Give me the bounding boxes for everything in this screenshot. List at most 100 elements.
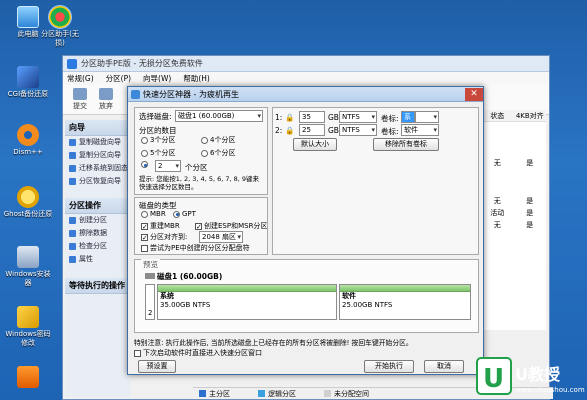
table-row[interactable]: 无是 bbox=[481, 196, 546, 207]
desktop-icon-ghost[interactable]: Ghost备份还原 bbox=[2, 186, 54, 219]
checkbox-rebuild-mbr[interactable]: ✓ 重建MBR bbox=[141, 221, 180, 231]
radio-6-partitions[interactable]: 6个分区 bbox=[201, 148, 235, 158]
menu-partition[interactable]: 分区(P) bbox=[106, 73, 131, 84]
hint-text: 提示: 您能按1, 2, 3, 4, 5, 6, 7, 8, 9键来快速选择分区… bbox=[139, 175, 260, 191]
radio-custom-partitions[interactable] bbox=[141, 161, 148, 168]
sidebar-item-properties[interactable]: 属性 bbox=[65, 253, 131, 266]
sidebar-ops-header: 分区操作 bbox=[65, 198, 131, 214]
dialog-titlebar: 快速分区神器 - 为疲机再生 ✕ bbox=[128, 87, 483, 102]
menu-bar: 常规(G) 分区(P) 向导(W) 帮助(H) bbox=[63, 72, 549, 85]
radio-4-partitions[interactable]: 4个分区 bbox=[201, 135, 235, 145]
sidebar-item-wipe[interactable]: 擦除数据 bbox=[65, 227, 131, 240]
partition-count-suffix: 个分区 bbox=[185, 163, 208, 172]
unallocated-swatch bbox=[324, 389, 331, 397]
disk-type-panel: 磁盘的类型 MBR GPT ✓ 重建MBR ✓ 创建ESP和MSR分区 ✓ 分区对齐到… bbox=[134, 197, 268, 255]
preview-panel: 预览 磁盘1 (60.00GB) 2 系统 35.00GB NTFS 软件 25… bbox=[134, 259, 479, 333]
remove-labels-button[interactable]: 移除所有卷标 bbox=[373, 138, 439, 151]
sidebar-item-create[interactable]: 创建分区 bbox=[65, 214, 131, 227]
discard-button[interactable]: 放弃 bbox=[99, 88, 113, 111]
legend-primary: 主分区 bbox=[199, 389, 230, 399]
partition-1-vol-combo[interactable] bbox=[415, 111, 439, 123]
sidebar-wizard-header: 向导 bbox=[65, 120, 131, 136]
partition-1-fs-combo[interactable]: NTFS bbox=[339, 111, 377, 123]
copy-disk-icon bbox=[69, 139, 76, 146]
partition-2-index: 2: bbox=[275, 126, 283, 135]
disk-icon bbox=[145, 273, 155, 279]
preview-partition-software[interactable]: 软件 25.00GB NTFS bbox=[339, 284, 471, 320]
submit-icon bbox=[73, 88, 87, 100]
partition-2-lock-icon: 🔒 bbox=[285, 126, 295, 135]
table-row[interactable]: 活动是 bbox=[481, 208, 546, 219]
sidebar-pending-header: 等待执行的操作 bbox=[65, 278, 131, 294]
partition-2-vol-combo[interactable]: 软件 bbox=[401, 124, 439, 136]
partition-1-unit: GB bbox=[328, 113, 339, 122]
app-icon bbox=[67, 58, 77, 69]
windows-installer-icon bbox=[17, 246, 39, 268]
window-title: 分区助手PE版 - 无损分区免费软件 bbox=[81, 59, 203, 68]
desktop-icon-partition-assistant[interactable]: 分区助手(无损) bbox=[38, 5, 82, 48]
check-icon bbox=[69, 243, 76, 250]
options-panel: 选择磁盘: 磁盘1 (60.00GB) 分区的数目 3个分区 4个分区 5个分区… bbox=[134, 107, 268, 195]
desktop-icon-tools[interactable] bbox=[2, 366, 54, 390]
partition-1-size-input[interactable]: 35 bbox=[299, 111, 325, 123]
partition-count-combo[interactable]: 2 bbox=[155, 160, 181, 172]
partition-1-vol-label: 卷标: bbox=[381, 114, 399, 123]
wipe-icon bbox=[69, 230, 76, 237]
partition-1-lock-icon: 🔒 bbox=[285, 113, 295, 122]
partition-2-fs-combo[interactable]: NTFS bbox=[339, 124, 377, 136]
partition-1-vol-input[interactable]: 系统 bbox=[401, 111, 415, 131]
copy-partition-icon bbox=[69, 152, 76, 159]
partition-2-unit: GB bbox=[328, 126, 339, 135]
sidebar-item-migrate-os[interactable]: 迁移系统到固态 bbox=[65, 162, 131, 175]
menu-wizard[interactable]: 向导(W) bbox=[143, 73, 171, 84]
radio-5-partitions[interactable]: 5个分区 bbox=[141, 148, 175, 158]
dialog-title: 快速分区神器 - 为疲机再生 bbox=[143, 89, 239, 99]
checkbox-open-next-time[interactable]: 下次启动软件时直接进入快速分区窗口 bbox=[134, 348, 262, 358]
legend-unallocated: 未分配空间 bbox=[324, 389, 369, 399]
preview-partition-system[interactable]: 系统 35.00GB NTFS bbox=[157, 284, 337, 320]
align-combo[interactable]: 2048 扇区 bbox=[199, 231, 243, 243]
default-size-button[interactable]: 默认大小 bbox=[293, 138, 337, 151]
checkbox-pe-letters[interactable]: 尝试为PE中创建的分区分配盘符 bbox=[141, 243, 250, 253]
partition-2-size-input[interactable]: 25 bbox=[299, 124, 325, 136]
svg-text:U: U bbox=[483, 364, 504, 394]
radio-3-partitions[interactable]: 3个分区 bbox=[141, 135, 175, 145]
tools-icon bbox=[17, 366, 39, 388]
cancel-button[interactable]: 取消 bbox=[424, 360, 464, 373]
desktop-icon-windows-installer[interactable]: Windows安装器 bbox=[2, 246, 54, 288]
desktop-icon-cgi[interactable]: CGI备份还原 bbox=[2, 66, 54, 99]
legend-logical: 逻辑分区 bbox=[258, 389, 296, 399]
preview-label: 预览 bbox=[141, 259, 160, 270]
watermark-logo: U U教授 www.ujiaoshou.com bbox=[475, 354, 585, 398]
close-icon[interactable]: ✕ bbox=[465, 87, 483, 101]
radio-mbr[interactable]: MBR bbox=[141, 210, 166, 218]
table-row[interactable]: 无是 bbox=[481, 158, 546, 169]
sidebar-item-copy-partition[interactable]: 复制分区向导 bbox=[65, 149, 131, 162]
checkbox-align[interactable]: ✓ 分区对齐到: bbox=[141, 232, 187, 242]
window-titlebar: 分区助手PE版 - 无损分区免费软件 bbox=[63, 56, 549, 72]
ghost-icon bbox=[17, 186, 39, 208]
desktop-icon-dism[interactable]: Dism++ bbox=[2, 124, 54, 157]
table-row[interactable]: 无是 bbox=[481, 220, 546, 231]
desktop-icon-windows-password[interactable]: Windows密码修改 bbox=[2, 306, 54, 348]
sidebar-item-check[interactable]: 检查分区 bbox=[65, 240, 131, 253]
migrate-icon bbox=[69, 165, 76, 172]
radio-gpt[interactable]: GPT bbox=[173, 210, 196, 218]
key-icon bbox=[17, 306, 39, 328]
logical-swatch bbox=[258, 389, 265, 397]
dialog-app-icon bbox=[131, 89, 140, 99]
select-disk-combo[interactable]: 磁盘1 (60.00GB) bbox=[175, 110, 263, 122]
submit-button[interactable]: 提交 bbox=[73, 88, 87, 111]
recovery-icon bbox=[69, 178, 76, 185]
menu-general[interactable]: 常规(G) bbox=[67, 73, 94, 84]
select-disk-label: 选择磁盘: bbox=[139, 112, 172, 121]
sidebar-item-recovery[interactable]: 分区恢复向导 bbox=[65, 175, 131, 188]
sidebar-item-copy-disk[interactable]: 复制磁盘向导 bbox=[65, 136, 131, 149]
preset-button[interactable]: 预设置 bbox=[138, 360, 176, 373]
svg-text:www.ujiaoshou.com: www.ujiaoshou.com bbox=[515, 386, 585, 394]
start-button[interactable]: 开始执行 bbox=[364, 360, 414, 373]
checkbox-create-esp[interactable]: ✓ 创建ESP和MSR分区 bbox=[195, 221, 267, 231]
svg-text:U教授: U教授 bbox=[515, 365, 561, 384]
menu-help[interactable]: 帮助(H) bbox=[183, 73, 210, 84]
desktop-icons: 此电脑 分区助手(无损) CGI备份还原 Dism++ Ghost备份还原 Wi… bbox=[0, 0, 79, 400]
